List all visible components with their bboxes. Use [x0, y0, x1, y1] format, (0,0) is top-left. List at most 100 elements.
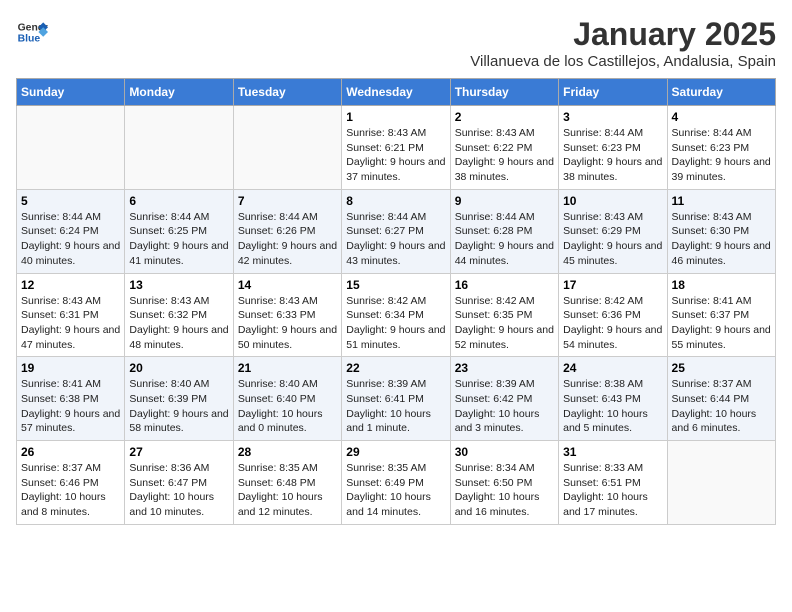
calendar-cell: 5 Sunrise: 8:44 AM Sunset: 6:24 PM Daylig…: [17, 189, 125, 273]
svg-text:Blue: Blue: [18, 34, 41, 45]
day-info: Sunrise: 8:43 AM Sunset: 6:21 PM Dayligh…: [346, 126, 445, 185]
day-info: Sunrise: 8:38 AM Sunset: 6:43 PM Dayligh…: [563, 377, 662, 436]
day-info: Sunrise: 8:43 AM Sunset: 6:30 PM Dayligh…: [672, 210, 771, 269]
calendar-cell: 15Sunrise: 8:42 AM Sunset: 6:34 PM Dayli…: [342, 273, 450, 357]
calendar-cell: 14 Sunrise: 8:43 AM Sunset: 6:33 PM Dayli…: [233, 273, 341, 357]
day-number: 27: [129, 445, 228, 459]
day-number: 16: [455, 278, 554, 292]
day-info: Sunrise: 8:40 AM Sunset: 6:40 PM Dayligh…: [238, 377, 337, 436]
day-number: 9: [455, 194, 554, 208]
calendar-cell: 3 Sunrise: 8:44 AM Sunset: 6:23 PM Daylig…: [559, 106, 667, 190]
calendar-table: SundayMondayTuesdayWednesdayThursdayFrid…: [16, 78, 776, 525]
day-info: Sunrise: 8:44 AM Sunset: 6:28 PM Dayligh…: [455, 210, 554, 269]
calendar-cell: 11 Sunrise: 8:43 AM Sunset: 6:30 PM Dayli…: [667, 189, 775, 273]
day-info: Sunrise: 8:41 AM Sunset: 6:38 PM Dayligh…: [21, 377, 120, 436]
day-info: Sunrise: 8:43 AM Sunset: 6:29 PM Dayligh…: [563, 210, 662, 269]
day-number: 30: [455, 445, 554, 459]
day-info: Sunrise: 8:42 AM Sunset: 6:35 PM Dayligh…: [455, 294, 554, 353]
calendar-cell: 2 Sunrise: 8:43 AM Sunset: 6:22 PM Daylig…: [450, 106, 558, 190]
day-number: 4: [672, 110, 771, 124]
calendar-cell: 13 Sunrise: 8:43 AM Sunset: 6:32 PM Dayli…: [125, 273, 233, 357]
calendar-cell: [125, 106, 233, 190]
weekday-header: Monday: [125, 79, 233, 106]
calendar-cell: 9 Sunrise: 8:44 AM Sunset: 6:28 PM Daylig…: [450, 189, 558, 273]
calendar-cell: 28 Sunrise: 8:35 AM Sunset: 6:48 PM Dayli…: [233, 441, 341, 525]
calendar-cell: 30Sunrise: 8:34 AM Sunset: 6:50 PM Dayli…: [450, 441, 558, 525]
calendar-week-row: 12 Sunrise: 8:43 AM Sunset: 6:31 PM Dayli…: [17, 273, 776, 357]
day-info: Sunrise: 8:41 AM Sunset: 6:37 PM Dayligh…: [672, 294, 771, 353]
weekday-header: Wednesday: [342, 79, 450, 106]
day-info: Sunrise: 8:39 AM Sunset: 6:42 PM Dayligh…: [455, 377, 554, 436]
day-number: 6: [129, 194, 228, 208]
day-number: 20: [129, 361, 228, 375]
main-title: January 2025: [470, 16, 776, 53]
weekday-header: Saturday: [667, 79, 775, 106]
calendar-cell: 7 Sunrise: 8:44 AM Sunset: 6:26 PM Daylig…: [233, 189, 341, 273]
calendar-cell: 17Sunrise: 8:42 AM Sunset: 6:36 PM Dayli…: [559, 273, 667, 357]
calendar-cell: 31 Sunrise: 8:33 AM Sunset: 6:51 PM Dayli…: [559, 441, 667, 525]
day-number: 31: [563, 445, 662, 459]
day-number: 10: [563, 194, 662, 208]
weekday-header: Tuesday: [233, 79, 341, 106]
calendar-cell: 23Sunrise: 8:39 AM Sunset: 6:42 PM Dayli…: [450, 357, 558, 441]
calendar-cell: 20Sunrise: 8:40 AM Sunset: 6:39 PM Dayli…: [125, 357, 233, 441]
calendar-cell: [667, 441, 775, 525]
day-info: Sunrise: 8:43 AM Sunset: 6:31 PM Dayligh…: [21, 294, 120, 353]
day-number: 11: [672, 194, 771, 208]
day-info: Sunrise: 8:43 AM Sunset: 6:32 PM Dayligh…: [129, 294, 228, 353]
day-info: Sunrise: 8:35 AM Sunset: 6:49 PM Dayligh…: [346, 461, 445, 520]
day-number: 14: [238, 278, 337, 292]
calendar-cell: 18 Sunrise: 8:41 AM Sunset: 6:37 PM Dayli…: [667, 273, 775, 357]
day-number: 5: [21, 194, 120, 208]
calendar-cell: [17, 106, 125, 190]
calendar-cell: 25 Sunrise: 8:37 AM Sunset: 6:44 PM Dayli…: [667, 357, 775, 441]
day-number: 21: [238, 361, 337, 375]
day-info: Sunrise: 8:44 AM Sunset: 6:23 PM Dayligh…: [563, 126, 662, 185]
day-number: 18: [672, 278, 771, 292]
day-info: Sunrise: 8:36 AM Sunset: 6:47 PM Dayligh…: [129, 461, 228, 520]
day-info: Sunrise: 8:35 AM Sunset: 6:48 PM Dayligh…: [238, 461, 337, 520]
calendar-week-row: 1 Sunrise: 8:43 AM Sunset: 6:21 PM Daylig…: [17, 106, 776, 190]
weekday-header-row: SundayMondayTuesdayWednesdayThursdayFrid…: [17, 79, 776, 106]
day-info: Sunrise: 8:44 AM Sunset: 6:25 PM Dayligh…: [129, 210, 228, 269]
weekday-header: Thursday: [450, 79, 558, 106]
calendar-cell: 19Sunrise: 8:41 AM Sunset: 6:38 PM Dayli…: [17, 357, 125, 441]
title-area: January 2025 Villanueva de los Castillej…: [470, 16, 776, 70]
calendar-cell: 21 Sunrise: 8:40 AM Sunset: 6:40 PM Dayli…: [233, 357, 341, 441]
day-number: 28: [238, 445, 337, 459]
day-number: 1: [346, 110, 445, 124]
day-number: 13: [129, 278, 228, 292]
calendar-cell: 22Sunrise: 8:39 AM Sunset: 6:41 PM Dayli…: [342, 357, 450, 441]
calendar-cell: 16 Sunrise: 8:42 AM Sunset: 6:35 PM Dayli…: [450, 273, 558, 357]
day-info: Sunrise: 8:43 AM Sunset: 6:33 PM Dayligh…: [238, 294, 337, 353]
day-number: 29: [346, 445, 445, 459]
calendar-cell: 6 Sunrise: 8:44 AM Sunset: 6:25 PM Daylig…: [125, 189, 233, 273]
logo: General Blue: [16, 16, 48, 48]
day-info: Sunrise: 8:44 AM Sunset: 6:23 PM Dayligh…: [672, 126, 771, 185]
day-number: 3: [563, 110, 662, 124]
day-info: Sunrise: 8:44 AM Sunset: 6:27 PM Dayligh…: [346, 210, 445, 269]
day-number: 8: [346, 194, 445, 208]
day-number: 12: [21, 278, 120, 292]
logo-icon: General Blue: [16, 16, 48, 48]
day-number: 2: [455, 110, 554, 124]
header: General Blue January 2025 Villanueva de …: [16, 16, 776, 70]
calendar-cell: 10 Sunrise: 8:43 AM Sunset: 6:29 PM Dayli…: [559, 189, 667, 273]
calendar-cell: 1 Sunrise: 8:43 AM Sunset: 6:21 PM Daylig…: [342, 106, 450, 190]
day-info: Sunrise: 8:44 AM Sunset: 6:26 PM Dayligh…: [238, 210, 337, 269]
weekday-header: Friday: [559, 79, 667, 106]
calendar-week-row: 19Sunrise: 8:41 AM Sunset: 6:38 PM Dayli…: [17, 357, 776, 441]
weekday-header: Sunday: [17, 79, 125, 106]
day-info: Sunrise: 8:33 AM Sunset: 6:51 PM Dayligh…: [563, 461, 662, 520]
day-number: 17: [563, 278, 662, 292]
calendar-cell: 29 Sunrise: 8:35 AM Sunset: 6:49 PM Dayli…: [342, 441, 450, 525]
day-number: 7: [238, 194, 337, 208]
calendar-cell: 26Sunrise: 8:37 AM Sunset: 6:46 PM Dayli…: [17, 441, 125, 525]
day-info: Sunrise: 8:37 AM Sunset: 6:44 PM Dayligh…: [672, 377, 771, 436]
calendar-week-row: 26Sunrise: 8:37 AM Sunset: 6:46 PM Dayli…: [17, 441, 776, 525]
calendar-cell: 24Sunrise: 8:38 AM Sunset: 6:43 PM Dayli…: [559, 357, 667, 441]
calendar-cell: 8 Sunrise: 8:44 AM Sunset: 6:27 PM Daylig…: [342, 189, 450, 273]
day-number: 25: [672, 361, 771, 375]
day-info: Sunrise: 8:43 AM Sunset: 6:22 PM Dayligh…: [455, 126, 554, 185]
day-info: Sunrise: 8:44 AM Sunset: 6:24 PM Dayligh…: [21, 210, 120, 269]
